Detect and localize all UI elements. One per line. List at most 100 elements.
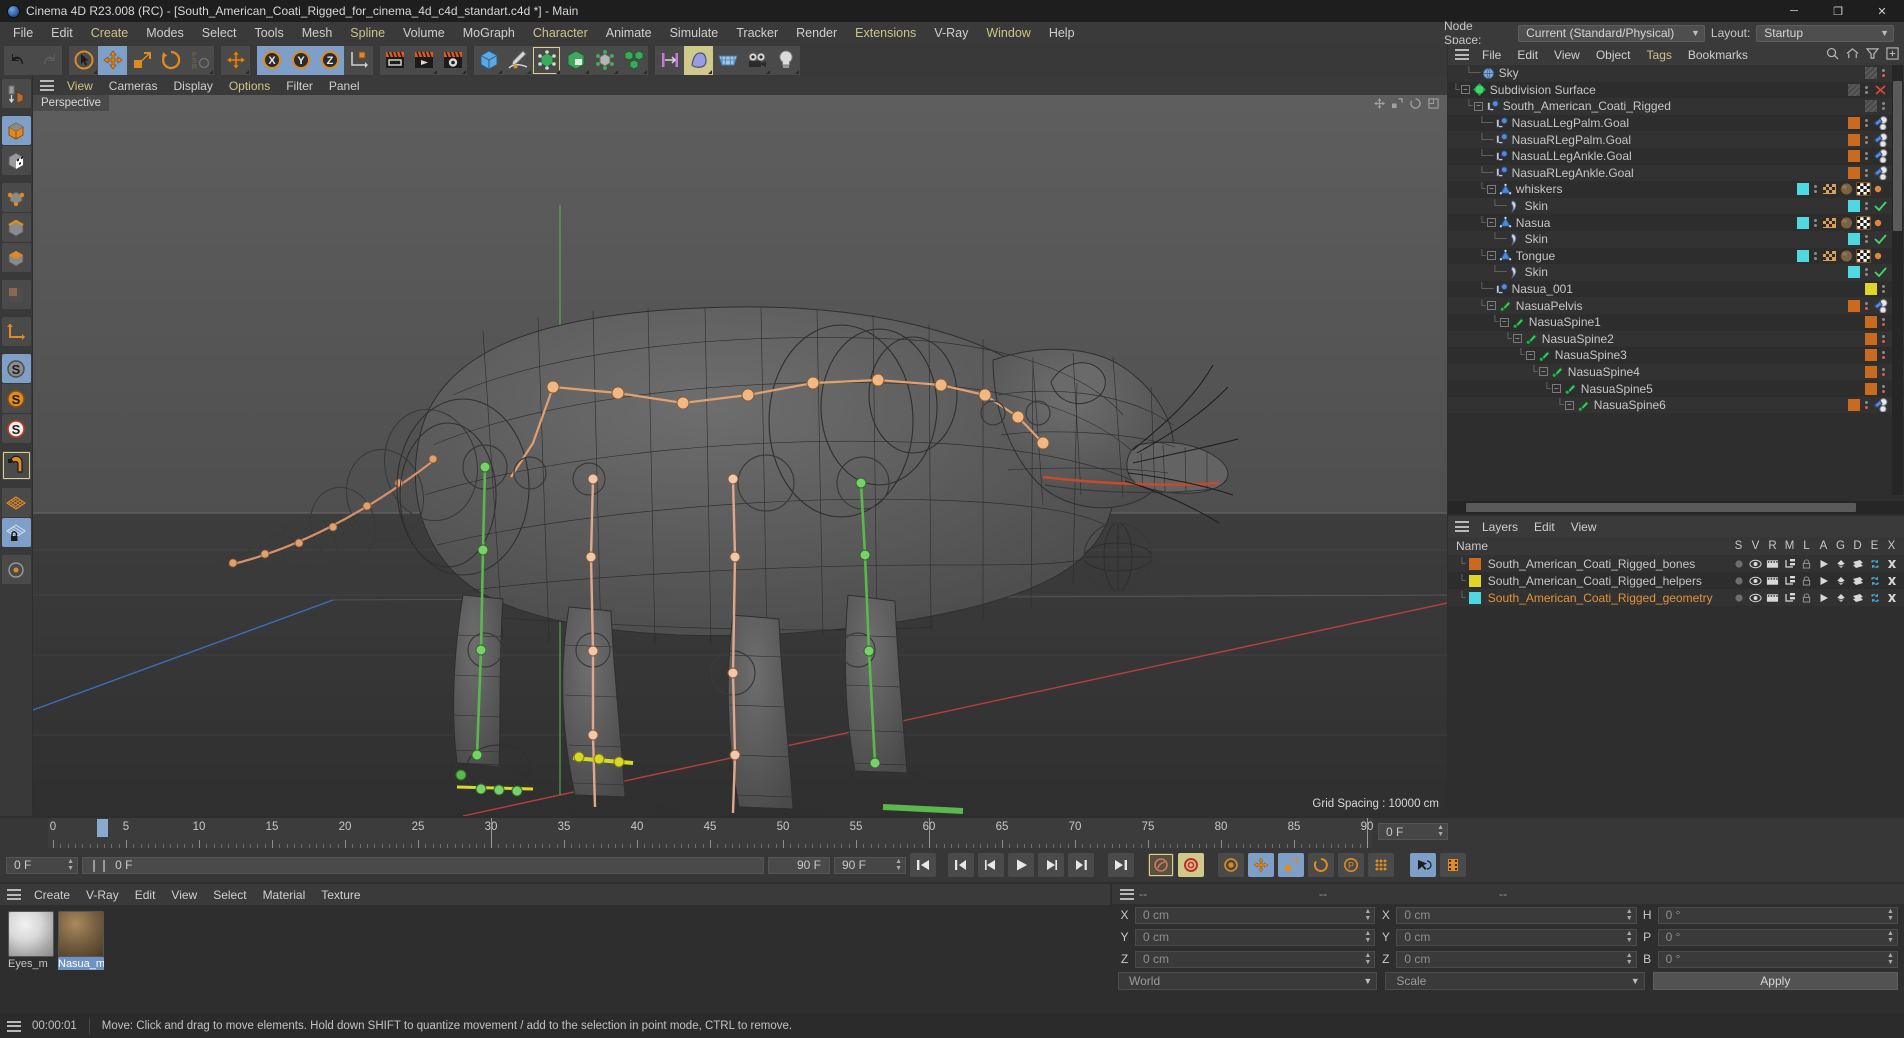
move-duplicate-tool[interactable] <box>221 45 250 75</box>
menu-item-spline[interactable]: Spline <box>341 24 394 42</box>
solo-icon[interactable] <box>1730 592 1747 604</box>
weight-tag-icon[interactable] <box>1822 182 1837 196</box>
generators-icon[interactable] <box>1832 558 1849 570</box>
spinner-icon[interactable]: ▲ ▼ <box>1626 952 1633 966</box>
material-menu-edit[interactable]: Edit <box>127 887 164 903</box>
magnet-tool-button[interactable] <box>1 451 31 480</box>
visibility-dots[interactable] <box>1812 251 1819 260</box>
layer-color-swatch[interactable] <box>1865 283 1877 296</box>
manager-icon[interactable] <box>1781 575 1798 587</box>
polygon-mode-button[interactable] <box>1 243 31 272</box>
manager-icon[interactable] <box>1781 592 1798 604</box>
layer-color-swatch[interactable] <box>1865 365 1877 378</box>
visibility-dots[interactable] <box>1863 202 1870 211</box>
object-menu-tags[interactable]: Tags <box>1639 47 1680 63</box>
layout-dropdown[interactable]: Startup ▼ <box>1756 24 1894 42</box>
workplane-button[interactable] <box>1 488 31 517</box>
spinner-icon[interactable]: ▲ ▼ <box>1364 952 1371 966</box>
material-menu-v-ray[interactable]: V-Ray <box>78 887 127 903</box>
mograph-cloner-button[interactable] <box>619 45 648 75</box>
layer-menu-edit[interactable]: Edit <box>1526 519 1563 535</box>
object-menu-bookmarks[interactable]: Bookmarks <box>1680 47 1756 63</box>
scale-tool[interactable] <box>127 45 156 75</box>
keyframe-scale-button[interactable] <box>1278 853 1304 877</box>
visibility-dots[interactable] <box>1880 102 1887 111</box>
go-to-end-button[interactable] <box>1108 853 1134 877</box>
spinner-icon[interactable]: ▲ ▼ <box>1364 908 1371 922</box>
layer-row[interactable]: └ South_American_Coati_Rigged_helpers <box>1448 572 1904 589</box>
visibility-dots[interactable] <box>1812 185 1819 194</box>
world-object-coordinate-toggle[interactable] <box>344 45 373 75</box>
viewport-hamburger-icon[interactable] <box>40 80 54 91</box>
animation-icon[interactable] <box>1815 558 1832 570</box>
minimize-button[interactable]: ─ <box>1772 0 1816 22</box>
material-tag-icon[interactable] <box>1839 249 1854 263</box>
snap-settings-button[interactable]: S <box>1 384 31 413</box>
object-row[interactable]: └─ Skin <box>1448 230 1904 248</box>
check-tag-icon[interactable] <box>1873 232 1888 246</box>
layer-color-swatch[interactable] <box>1797 249 1809 262</box>
collapse-expander[interactable]: − <box>1499 317 1509 327</box>
keyframe-parameter-button[interactable]: P <box>1338 853 1364 877</box>
object-row[interactable]: └ − Nasua <box>1448 214 1904 231</box>
layer-color-swatch[interactable] <box>1848 399 1860 412</box>
render-settings-button[interactable] <box>438 45 467 75</box>
object-manager-tree[interactable]: └─ Sky └ − Subdivision Surface └ − South_Americ… <box>1448 65 1904 495</box>
point-mode-button[interactable] <box>1 183 31 212</box>
render-icon[interactable] <box>1764 592 1781 604</box>
menu-item-select[interactable]: Select <box>193 24 246 42</box>
object-row[interactable]: └─ Nasua_001 <box>1448 280 1904 298</box>
axis-y-toggle[interactable]: Y <box>286 45 315 75</box>
render-icon[interactable] <box>1764 558 1781 570</box>
status-hamburger-icon[interactable] <box>7 1020 21 1032</box>
object-manager-vertical-scrollbar[interactable] <box>1892 65 1903 495</box>
next-key-button[interactable] <box>1068 853 1094 877</box>
object-menu-object[interactable]: Object <box>1588 47 1639 63</box>
keyframe-position-button[interactable] <box>1248 853 1274 877</box>
material-preview[interactable] <box>8 911 54 957</box>
constraint-tag-icon[interactable] <box>1873 116 1888 131</box>
material-tag-icon[interactable] <box>1839 216 1854 230</box>
object-row[interactable]: └ − Subdivision Surface <box>1448 81 1904 99</box>
enable-snap-button[interactable]: S <box>1 354 31 383</box>
spinner-icon[interactable]: ▲ ▼ <box>1437 824 1444 838</box>
viewport-solo-button[interactable] <box>1 555 31 584</box>
lock-workplane-button[interactable] <box>1 518 31 547</box>
layer-color-swatch[interactable] <box>1468 557 1481 570</box>
viewport-3d-canvas[interactable]: Y X Z Grid Spacing : 10000 cm <box>33 95 1447 816</box>
solo-icon[interactable] <box>1730 575 1747 587</box>
coordinate-header-rotation[interactable]: -- <box>1499 887 1679 901</box>
check-tag-icon[interactable] <box>1873 199 1888 213</box>
viewport-menu-filter[interactable]: Filter <box>278 78 321 94</box>
layer-color-swatch[interactable] <box>1797 216 1809 229</box>
constraint-tag-icon[interactable] <box>1873 149 1888 164</box>
material-menu-select[interactable]: Select <box>205 887 254 903</box>
deformers-icon[interactable] <box>1849 575 1866 587</box>
viewport-scale-icon[interactable] <box>1392 98 1403 109</box>
menu-item-edit[interactable]: Edit <box>42 24 82 42</box>
lock-icon[interactable] <box>1798 575 1815 587</box>
object-row[interactable]: └ − NasuaSpine4 <box>1448 363 1904 381</box>
collapse-expander[interactable]: − <box>1473 101 1483 111</box>
visibility-eye-icon[interactable] <box>1747 592 1764 604</box>
lock-icon[interactable] <box>1798 592 1815 604</box>
viewport-menu-view[interactable]: View <box>59 78 101 94</box>
close-button[interactable]: ✕ <box>1860 0 1904 22</box>
search-icon[interactable] <box>1826 47 1839 63</box>
axis-x-toggle[interactable]: X <box>257 45 286 75</box>
position-x-field[interactable]: 0 cm ▲ ▼ <box>1135 906 1376 924</box>
size-x-field[interactable]: 0 cm ▲ ▼ <box>1396 906 1637 924</box>
visibility-swatch[interactable] <box>1848 83 1860 96</box>
coordinate-hamburger-icon[interactable] <box>1120 888 1134 900</box>
play-button[interactable] <box>1008 853 1034 877</box>
layer-manager-hamburger-icon[interactable] <box>1455 521 1469 532</box>
visibility-dots[interactable] <box>1863 119 1870 128</box>
rotation-h-field[interactable]: 0 ° ▲ ▼ <box>1657 906 1898 924</box>
keyframe-rotation-button[interactable] <box>1308 853 1334 877</box>
object-row[interactable]: └ − NasuaSpine1 <box>1448 313 1904 331</box>
layer-color-swatch[interactable] <box>1865 382 1877 395</box>
current-frame-field[interactable]: 0 F ▲ ▼ <box>6 856 78 874</box>
home-icon[interactable] <box>1846 47 1859 63</box>
menu-item-tools[interactable]: Tools <box>246 24 293 42</box>
visibility-dots[interactable] <box>1863 235 1870 244</box>
